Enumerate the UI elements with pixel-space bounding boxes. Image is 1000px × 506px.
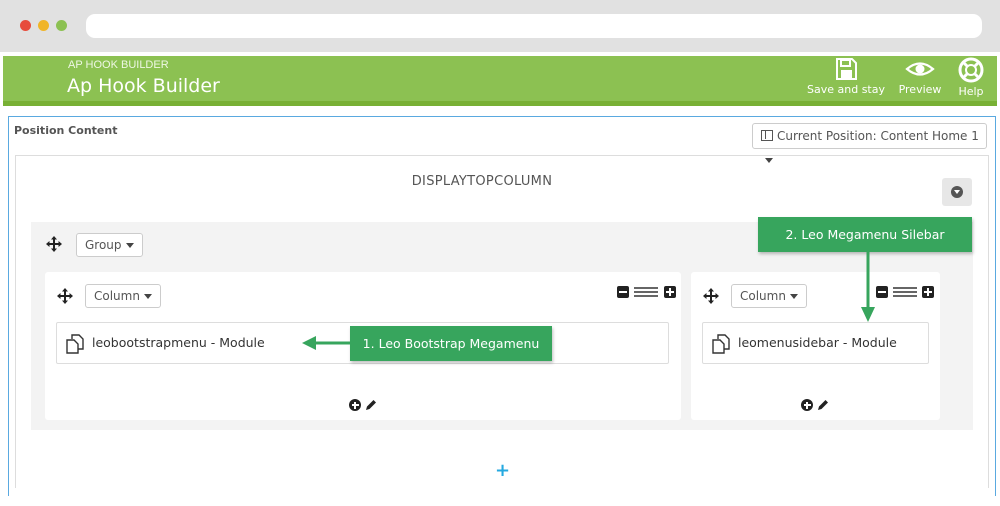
column-width-tools — [876, 286, 936, 300]
column-width-tools — [617, 286, 677, 300]
save-and-stay-label: Save and stay — [807, 83, 885, 96]
width-bar-icon — [893, 287, 917, 297]
preview-label: Preview — [898, 83, 942, 96]
columns-icon — [761, 130, 773, 141]
save-and-stay-button[interactable]: Save and stay — [805, 56, 887, 100]
position-content-panel: Position Content Current Position: Conte… — [8, 116, 996, 496]
hook-name: DISPLAYTOPCOLUMN — [411, 174, 553, 189]
floppy-disk-icon — [836, 58, 857, 80]
move-icon[interactable] — [46, 236, 62, 252]
module-name: leomenusidebar - Module — [738, 335, 897, 350]
help-button[interactable]: Help — [953, 56, 989, 100]
callout-second: 2. Leo Megamenu Silebar — [758, 217, 972, 252]
preview-button[interactable]: Preview — [895, 56, 945, 100]
callout-first: 1. Leo Bootstrap Megamenu — [350, 326, 552, 361]
current-position-label: Current Position: Content Home 1 — [777, 129, 979, 143]
panel-title: Position Content — [14, 124, 118, 137]
browser-chrome — [0, 0, 1000, 52]
address-bar[interactable] — [86, 14, 982, 38]
chevron-down-icon — [125, 243, 134, 248]
close-window-dot[interactable] — [20, 20, 31, 31]
group-dropdown[interactable]: Group — [76, 233, 143, 257]
add-group-button[interactable]: + — [495, 462, 510, 480]
lifebuoy-icon — [958, 57, 984, 83]
help-label: Help — [958, 85, 984, 98]
breadcrumb[interactable]: AP HOOK BUILDER — [68, 59, 169, 71]
current-position-select[interactable]: Current Position: Content Home 1 — [752, 123, 987, 163]
circle-arrow-down-icon — [951, 186, 963, 198]
hook-collapse-button[interactable] — [942, 178, 972, 206]
eye-icon — [905, 62, 935, 76]
column-dropdown-label: Column — [94, 289, 140, 303]
column-dropdown[interactable]: Column — [731, 284, 807, 308]
chevron-down-icon — [143, 294, 152, 299]
page-header: AP HOOK BUILDER Ap Hook Builder Save and… — [3, 56, 997, 106]
move-icon[interactable] — [703, 288, 719, 304]
column-box-2: Column leomenusidebar - Module — [691, 272, 940, 420]
copy-icon — [712, 334, 730, 354]
page-title: Ap Hook Builder — [67, 75, 220, 97]
add-module-icon[interactable] — [801, 399, 813, 411]
minus-square-icon[interactable] — [617, 286, 629, 298]
column-dropdown-label: Column — [740, 289, 786, 303]
chevron-down-icon — [789, 294, 798, 299]
module-box[interactable]: leomenusidebar - Module — [702, 322, 929, 364]
minus-square-icon[interactable] — [876, 286, 888, 298]
hook-area: DISPLAYTOPCOLUMN Group Column leobootstr… — [15, 155, 989, 488]
add-module-icon[interactable] — [349, 399, 361, 411]
plus-square-icon[interactable] — [664, 286, 676, 298]
move-icon[interactable] — [57, 288, 73, 304]
module-name: leobootstrapmenu - Module — [92, 335, 265, 350]
pencil-icon[interactable] — [817, 399, 829, 411]
copy-icon — [66, 334, 84, 354]
minimize-window-dot[interactable] — [38, 20, 49, 31]
column-add-edit — [349, 399, 379, 411]
width-bar-icon — [634, 287, 658, 297]
maximize-window-dot[interactable] — [56, 20, 67, 31]
plus-square-icon[interactable] — [922, 286, 934, 298]
column-dropdown[interactable]: Column — [85, 284, 161, 308]
column-add-edit — [801, 399, 831, 411]
group-dropdown-label: Group — [85, 238, 122, 252]
pencil-icon[interactable] — [365, 399, 377, 411]
